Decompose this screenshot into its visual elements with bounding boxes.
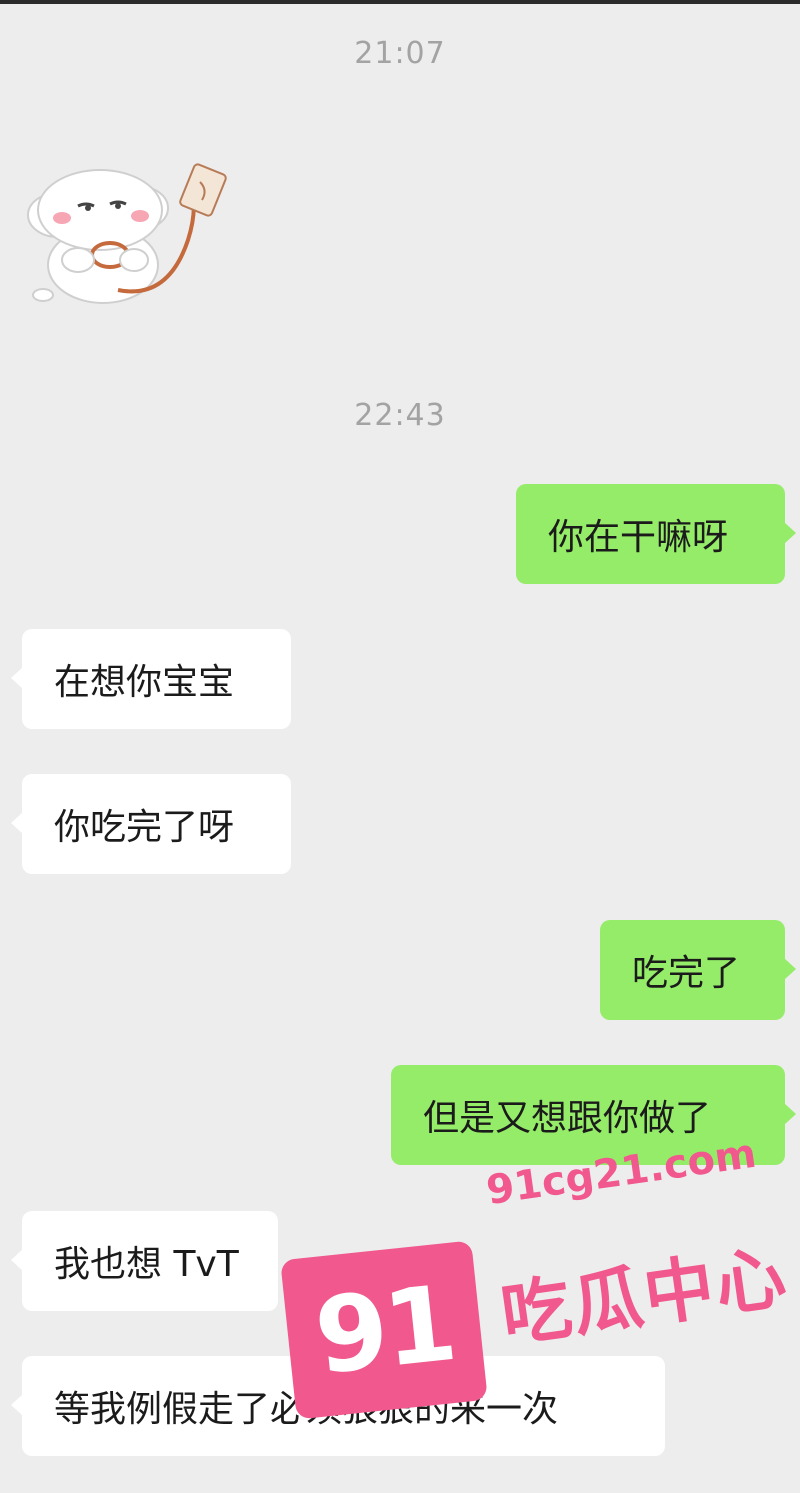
watermark: 91 91cg21.com 吃瓜中心 bbox=[280, 1131, 800, 1440]
message-bubble-incoming[interactable]: 在想你宝宝 bbox=[11, 629, 291, 729]
message-bubble-outgoing[interactable]: 吃完了 bbox=[600, 920, 796, 1020]
watermark-logo-box: 91 bbox=[280, 1240, 488, 1420]
watermark-name: 吃瓜中心 bbox=[496, 1235, 793, 1358]
timestamp-1: 21:07 bbox=[354, 36, 446, 71]
watermark-number: 91 bbox=[309, 1262, 459, 1398]
sticker-rabbit-holding-leash-icon[interactable] bbox=[18, 160, 248, 310]
top-border bbox=[0, 0, 800, 4]
message-bubble-outgoing[interactable]: 你在干嘛呀 bbox=[516, 484, 796, 584]
message-bubble-incoming[interactable]: 我也想 TvT bbox=[11, 1211, 278, 1311]
message-bubble-incoming[interactable]: 你吃完了呀 bbox=[11, 774, 291, 874]
timestamp-2: 22:43 bbox=[354, 398, 446, 433]
